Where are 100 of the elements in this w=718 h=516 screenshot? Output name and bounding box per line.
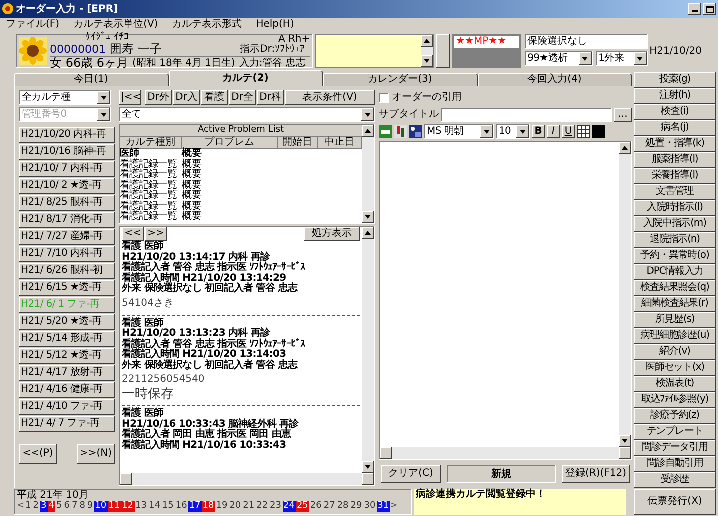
font-size-dropdown[interactable]: 10 <box>496 124 530 139</box>
image-icon[interactable] <box>409 125 422 138</box>
visit-button[interactable]: H21/ 6/15 ★透-再 <box>19 280 115 296</box>
calendar-day[interactable]: 19 <box>215 501 229 512</box>
calendar-day[interactable]: 29 <box>350 501 364 512</box>
order-button[interactable]: 問診自動引用 <box>634 456 716 472</box>
karte-type-dropdown[interactable]: 全カルテ種 <box>19 90 111 105</box>
order-button[interactable]: 所見歴(s) <box>634 312 716 328</box>
order-button[interactable]: DPC情報入力 <box>634 264 716 280</box>
visit-button[interactable]: H21/ 8/17 消化-再 <box>19 212 115 228</box>
calendar-day[interactable]: 9 <box>86 501 94 512</box>
filter-button[interactable]: Dr科 <box>257 90 284 105</box>
order-button[interactable]: 問診データ引用 <box>634 440 716 456</box>
caret-icon[interactable] <box>636 54 644 62</box>
caret-icon[interactable] <box>518 128 526 136</box>
calendar-day[interactable]: 16 <box>174 501 188 512</box>
calendar-day[interactable]: 18 <box>202 501 216 512</box>
visit-button[interactable]: H21/ 5/12 ★透-再 <box>19 348 115 364</box>
previous-button[interactable]: << <box>122 227 144 241</box>
horizontal-scrollbar[interactable] <box>120 473 374 485</box>
up-arrow-icon[interactable] <box>621 144 629 152</box>
calendar-day[interactable]: 13 <box>134 501 148 512</box>
calendar-day[interactable]: 1 <box>24 501 32 512</box>
order-button[interactable]: 入院時指示(l) <box>634 200 716 216</box>
calendar-day[interactable]: 21 <box>242 501 256 512</box>
scrollbar[interactable] <box>619 142 631 447</box>
tab[interactable]: カレンダー(3) <box>323 73 478 86</box>
order-button[interactable]: 文書管理 <box>634 184 716 200</box>
caret-icon[interactable] <box>581 54 590 62</box>
calendar-day[interactable]: 23 <box>269 501 282 512</box>
paint-icon[interactable] <box>394 125 407 138</box>
caret-icon[interactable] <box>482 128 490 136</box>
register-button[interactable]: 登録(R)(F12) <box>562 465 630 483</box>
calendar-day[interactable]: 10 <box>94 501 108 512</box>
calendar-day[interactable]: 11 <box>108 501 122 512</box>
visit-button[interactable]: H21/ 7/10 内科-再 <box>19 246 115 262</box>
order-button[interactable]: 検査(i) <box>634 104 716 120</box>
visit-button[interactable]: H21/ 5/14 形成-再 <box>19 331 115 347</box>
previous-month-button[interactable]: < <box>17 501 25 512</box>
horizontal-scrollbar[interactable] <box>380 447 631 459</box>
visit-button[interactable]: H21/10/16 脳神-再 <box>19 144 115 160</box>
display-conditions-button[interactable]: 表示条件(V) <box>285 90 375 105</box>
bold-button[interactable]: B <box>532 125 545 138</box>
calendar-day[interactable]: 7 <box>70 501 79 512</box>
menu-item[interactable]: Help(H) <box>256 20 294 30</box>
calendar-day[interactable]: 6 <box>63 501 71 512</box>
column-header[interactable]: プロブレム <box>182 137 278 148</box>
calendar-day[interactable]: 8 <box>78 501 86 512</box>
menu-item[interactable]: カルテ表示単位(V) <box>74 20 158 30</box>
filter-button[interactable]: Dr入 <box>173 90 200 105</box>
order-button[interactable]: 栄養指導(l) <box>634 168 716 184</box>
calendar-day[interactable]: 22 <box>256 501 270 512</box>
filter-button[interactable]: Dr外 <box>145 90 172 105</box>
order-button[interactable]: 入院中指示(m) <box>634 216 716 232</box>
scrollbar[interactable] <box>362 227 374 473</box>
maximize-icon[interactable] <box>703 3 716 15</box>
font-dropdown[interactable]: MS 明朝 <box>424 124 494 139</box>
order-button[interactable]: 病名(j) <box>634 120 716 136</box>
up-arrow-icon[interactable] <box>364 229 372 237</box>
visit-button[interactable]: H21/ 4/10 ファ-再 <box>19 399 115 415</box>
calendar-day[interactable]: 2 <box>32 501 40 512</box>
calendar-day[interactable]: 5 <box>55 501 64 512</box>
order-button[interactable]: 退院指示(n) <box>634 232 716 248</box>
order-button[interactable]: テンプレート <box>634 424 716 440</box>
up-arrow-icon[interactable] <box>423 37 432 45</box>
department-dropdown[interactable]: 99★透析 <box>524 51 593 66</box>
visit-button[interactable]: H21/ 4/ 7 ファ-再 <box>19 416 115 432</box>
caret-icon[interactable] <box>364 213 372 221</box>
calendar-day[interactable]: 28 <box>336 501 350 512</box>
subtitle-field[interactable] <box>441 108 612 122</box>
calendar-day[interactable]: 3 <box>40 501 48 512</box>
order-button[interactable]: 紹介(v) <box>634 344 716 360</box>
print-slip-button[interactable]: 伝票発行(X) <box>634 489 716 515</box>
order-button[interactable]: 検温表(t) <box>634 376 716 392</box>
caret-icon[interactable] <box>100 110 108 118</box>
prescription-button[interactable]: 処方表示 <box>304 227 360 241</box>
text-style-icon[interactable] <box>379 125 392 138</box>
browse-button[interactable]: ... <box>614 108 632 122</box>
calendar-day[interactable]: 25 <box>296 501 310 512</box>
calendar-day[interactable]: 12 <box>121 501 135 512</box>
order-button[interactable]: 取込ﾌｧｲﾙ参照(y) <box>634 392 716 408</box>
filter-button[interactable]: Dr全 <box>229 90 256 105</box>
column-header[interactable]: カルテ種別 <box>120 137 182 148</box>
color-swatch[interactable] <box>592 125 605 138</box>
visit-button[interactable]: H21/10/ 2 ★透-再 <box>19 178 115 194</box>
next-month-button[interactable]: > <box>390 501 398 512</box>
calendar-day[interactable]: 27 <box>322 501 336 512</box>
caret-icon[interactable] <box>364 110 372 118</box>
next-button[interactable]: >> <box>145 227 167 241</box>
visit-type-dropdown[interactable]: 1外来 <box>596 51 648 66</box>
memo-area[interactable] <box>315 34 434 68</box>
insurance-field[interactable]: 保険選択なし <box>524 34 648 49</box>
calendar-day[interactable]: 30 <box>363 501 377 512</box>
italic-button[interactable]: I <box>547 125 560 138</box>
calendar-day[interactable]: 26 <box>309 501 323 512</box>
menu-item[interactable]: カルテ表示形式 <box>172 20 242 30</box>
order-button[interactable]: 病理細胞診歴(u) <box>634 328 716 344</box>
visit-button[interactable]: H21/10/ 7 内科-再 <box>19 161 115 177</box>
tab[interactable]: 今日(1) <box>14 73 168 86</box>
column-header[interactable]: 開始日 <box>278 137 318 148</box>
